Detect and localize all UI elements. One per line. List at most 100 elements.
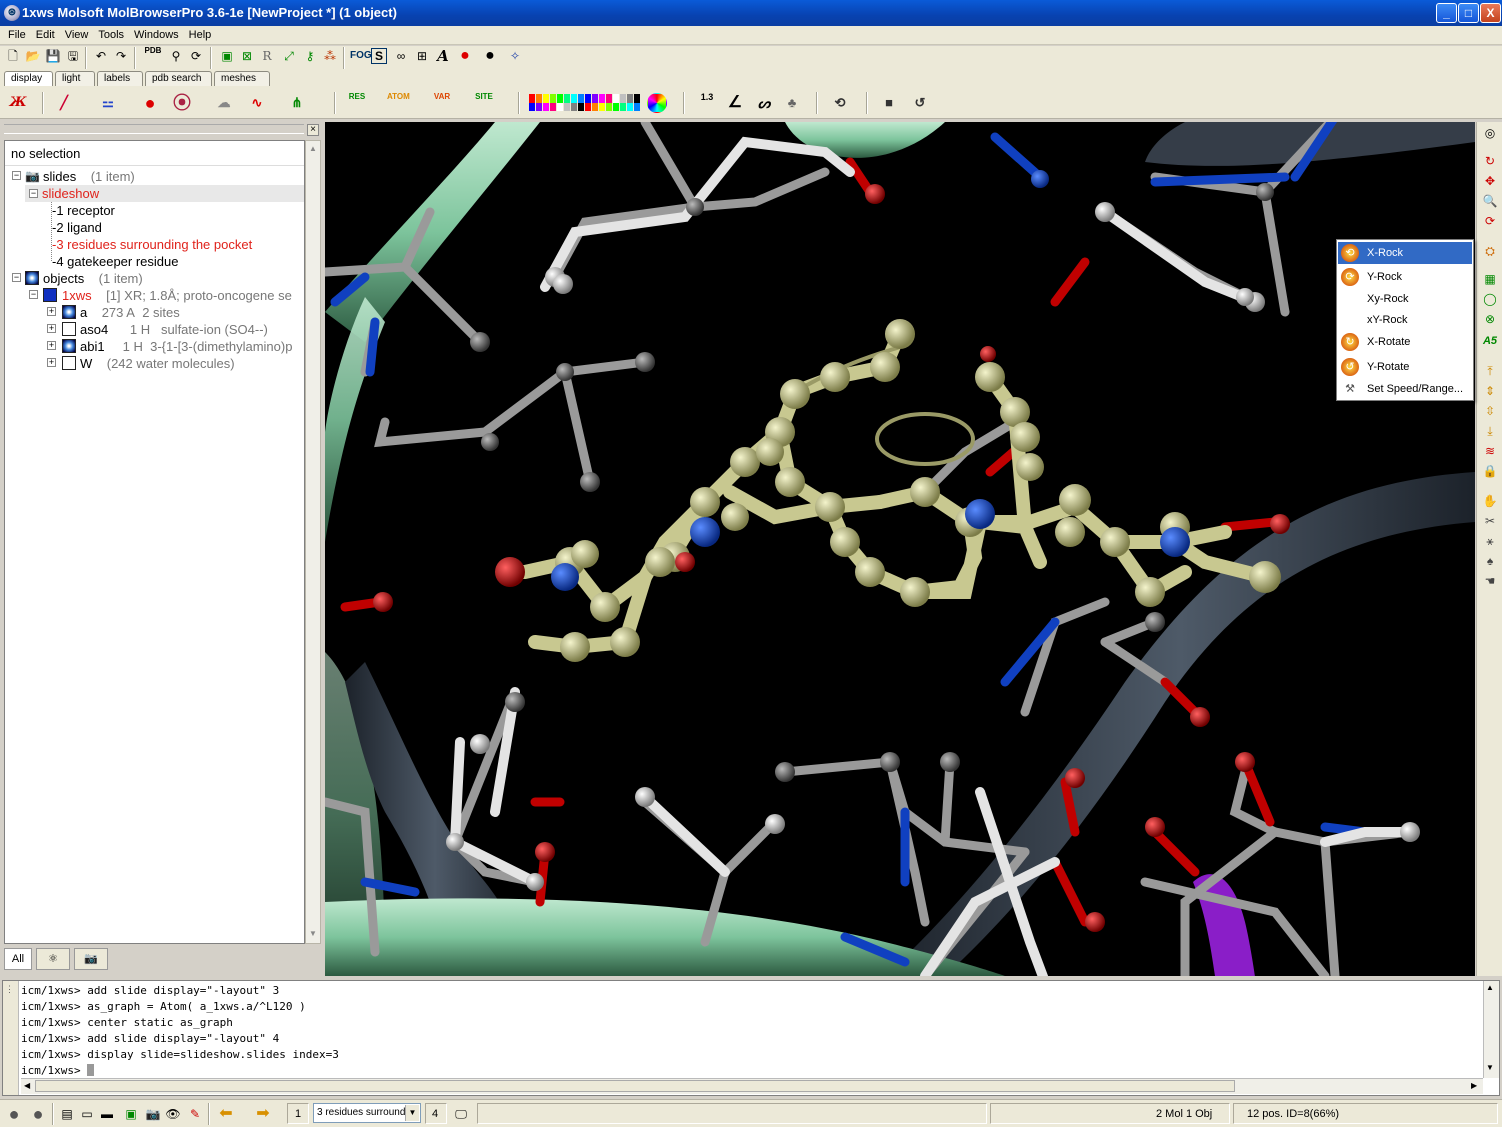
a5-label-icon[interactable]: A5 [1481,332,1499,350]
tab-meshes[interactable]: meshes [214,71,270,86]
scroll-right-icon[interactable]: ▶ [1471,1081,1477,1090]
lasso-icon[interactable]: ◯ [1481,290,1499,308]
palette-swatch[interactable] [564,103,570,111]
slideshow-monitor-icon[interactable]: 🖵 [451,1104,471,1124]
tab-display[interactable]: display [4,71,53,86]
translate-icon[interactable]: ✥ [1481,172,1499,190]
color-wheel-icon[interactable] [647,93,667,113]
clip-back-icon[interactable]: ⤓ [1481,422,1499,440]
tab-pdb-search[interactable]: pdb search [145,71,212,86]
tree-scrollbar[interactable]: ▲ ▼ [305,140,321,944]
palette-swatch[interactable] [571,94,577,103]
tree-item-1xws[interactable]: 1xws [1] XR; 1.8Å; proto-oncogene se [62,287,292,304]
expand-icon[interactable]: ⤢ [279,46,299,66]
tab-light[interactable]: light [55,71,95,86]
clip-front-icon[interactable]: ⤒ [1481,362,1499,380]
eye-icon[interactable]: 👁 [163,1104,183,1124]
lock-icon[interactable]: 🔒 [1481,462,1499,480]
expand-aso4-icon[interactable]: + [47,324,56,333]
view-icon[interactable]: ▣ [121,1104,141,1124]
rotate-icon[interactable]: ↻ [1481,152,1499,170]
scroll-down-icon[interactable]: ▼ [307,927,319,941]
palette-swatch[interactable] [606,94,612,103]
expand-slides-icon[interactable]: − [12,171,21,180]
scroll-up-icon[interactable]: ▲ [307,142,319,156]
palette-swatch[interactable] [606,103,612,111]
spin-icon[interactable]: ⟳ [1481,212,1499,230]
expand-w-icon[interactable]: + [47,358,56,367]
find-icon[interactable]: ⚲ [166,46,186,66]
palette-swatch[interactable] [564,94,570,103]
prev-slide-icon[interactable]: ⬅ [216,1104,236,1124]
tree-icon[interactable]: ⁂ [320,46,340,66]
slide-dropdown[interactable]: 3 residues surroundi ▼ [313,1103,421,1123]
key-icon[interactable]: ⚷ [300,46,320,66]
fragment-drag-icon[interactable]: ♠ [1481,552,1499,570]
slide-item-4[interactable]: -4 gatekeeper residue [52,253,179,270]
move-part-icon[interactable]: ✂ [1481,512,1499,530]
expand-1xws-icon[interactable]: − [29,290,38,299]
target-icon[interactable]: ◎ [1481,124,1499,142]
expand-slideshow-icon[interactable]: − [29,189,38,198]
molecule-row-a[interactable]: a 273 A 2 sites [80,304,180,321]
zoom-icon[interactable]: 🔍 [1481,192,1499,210]
clear-icon[interactable]: ■ [877,91,901,115]
s-icon[interactable]: S [371,48,387,64]
scroll-down-icon[interactable]: ▼ [1486,1063,1494,1072]
window-toggle-icon[interactable]: ▭ [77,1104,97,1124]
scroll-thumb[interactable] [35,1080,1235,1092]
palette-swatch[interactable] [543,103,549,111]
panel-tab-slides-icon[interactable]: 📷 [74,948,108,970]
rock-menu-icon[interactable]: ⛭ [1481,242,1499,260]
palette-swatch[interactable] [620,94,626,103]
molecule-aso4-icon[interactable] [62,322,76,336]
command-console[interactable]: ⋮ icm/1xws> add slide display="-layout" … [2,980,1500,1096]
chevron-down-icon[interactable]: ▼ [405,1105,419,1121]
expand-abi1-icon[interactable]: + [47,341,56,350]
slide-edit-icon[interactable]: ✎ [185,1104,205,1124]
redo-icon[interactable]: ↷ [111,46,131,66]
palette-swatch[interactable] [613,103,619,111]
palette-swatch[interactable] [529,103,535,111]
r-icon[interactable]: R [257,46,277,66]
palette-swatch[interactable] [578,94,584,103]
expand-objects-icon[interactable]: − [12,273,21,282]
res-label-icon[interactable]: RES [345,91,369,115]
menu-view[interactable]: View [60,26,94,45]
molecule-w-icon[interactable] [62,356,76,370]
surface-icon[interactable]: ☁ [212,91,236,115]
stick-icon[interactable]: ⚍ [96,91,120,115]
maximize-button[interactable]: □ [1458,3,1479,23]
menu-help[interactable]: Help [184,26,217,45]
var-label-icon[interactable]: VAR [430,91,454,115]
save-icon[interactable]: 💾 [43,46,63,66]
palette-swatch[interactable] [592,94,598,103]
menu-item-x-rock[interactable]: ⟲ X-Rock [1338,242,1472,264]
molecule-row-aso4[interactable]: aso4 1 H sulfate-ion (SO4--) [80,321,268,338]
move-object-icon[interactable]: ✋ [1481,492,1499,510]
palette-swatch[interactable] [529,94,535,103]
tree-item-objects[interactable]: objects (1 item) [43,270,143,287]
molecule-row-abi1[interactable]: abi1 1 H 3-{1-[3-(dimethylamino)p [80,338,292,355]
console-grip-icon[interactable]: ⋮ [5,984,14,995]
menu-edit[interactable]: Edit [31,26,60,45]
tab-labels[interactable]: labels [97,71,143,86]
console-prompt[interactable]: icm/1xws> [21,1063,95,1079]
scroll-left-icon[interactable]: ◀ [24,1081,30,1090]
slide-item-2[interactable]: -2 ligand [52,219,102,236]
palette-swatch[interactable] [536,103,542,111]
minimize-button[interactable]: _ [1436,3,1457,23]
magic-icon[interactable]: ✧ [505,46,525,66]
scroll-up-icon[interactable]: ▲ [1486,983,1494,992]
palette-swatch[interactable] [627,94,633,103]
menu-item-y-rotate[interactable]: ↺ Y-Rotate [1338,356,1472,378]
molecule-abi1-icon[interactable] [62,339,76,353]
menu-windows[interactable]: Windows [129,26,184,45]
clip-both-icon[interactable]: ⇕ [1481,382,1499,400]
molecule-row-w[interactable]: W (242 water molecules) [80,355,235,372]
color-palette[interactable] [528,93,643,113]
measure-angle-icon[interactable]: ∠ [723,91,747,115]
next-slide-icon[interactable]: ➡ [253,1104,273,1124]
hbond-icon[interactable]: ⋔ [285,91,309,115]
palette-swatch[interactable] [543,94,549,103]
